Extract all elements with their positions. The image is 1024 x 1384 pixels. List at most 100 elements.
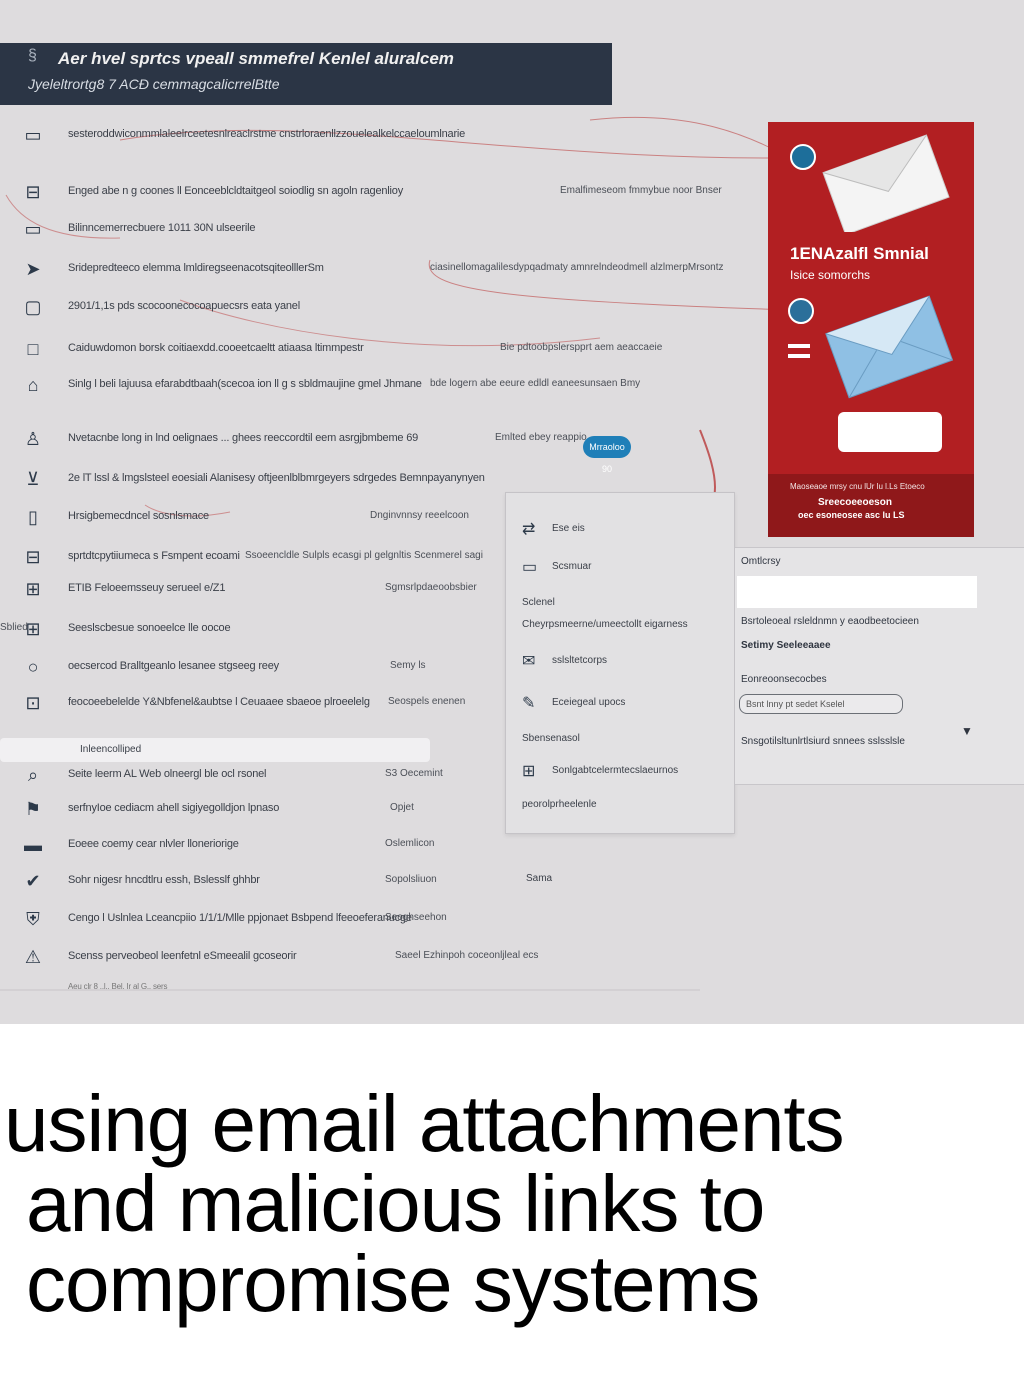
row-aside-text: bde logern abe eeure edldl eaneesunsaen … [430,378,641,389]
check-icon[interactable]: ✔ [22,870,44,892]
row-aside-text: Saeel Ezhinpoh coceonljleal ecs [395,950,539,961]
row-aside-text: Sopolsliuon [385,874,437,885]
caption-line-3: compromise systems [26,1239,760,1328]
row-aside-text: Emlted ebey reappio [495,432,587,443]
panel-subtitle: Isice somorchs [790,268,871,282]
caption: using email attachments and malicious li… [0,1024,1024,1384]
popup-menu-item[interactable]: Cheyrpsmeerne/umeectollt eigarness [522,619,688,630]
flag-icon[interactable]: ⚑ [22,798,44,820]
row-text: Cengo l Uslnlea Lceancpiio 1/1/1/Mlle pp… [68,912,412,924]
archive-icon[interactable]: ⊡ [22,692,44,714]
lock-icon[interactable]: ⌂ [22,374,44,396]
notification-badge [790,144,816,170]
circle-icon[interactable]: ○ [22,656,44,678]
popup-menu-item[interactable]: Scsmuar [552,561,591,572]
send-icon[interactable]: ➤ [22,258,44,280]
panel-footer-text: Maoseaoe mrsy cnu lUr lu l.Ls Etoeco [790,482,925,491]
shield-icon[interactable]: ⛨ [22,908,44,930]
row-text: Sohr nigesr hncdtlru essh, Bslesslf ghhb… [68,874,260,886]
row-text: feocoeebelelde Y&Nbfenel&aubtse l Ceuaae… [68,696,370,708]
popup-menu-item[interactable]: peorolprheelenle [522,799,597,810]
row-text: Sridepredteeco elemma lmldiregseenacotsq… [68,262,324,274]
popup-menu-item[interactable]: Sonlgabtcelermtecslaeurnos [552,765,678,776]
menu-icon[interactable]: § [28,47,37,65]
popup-menu-item[interactable]: Eceiegeal upocs [552,697,625,708]
row-aside-text: Opjet [390,802,414,813]
grid-icon[interactable]: ⊞ [22,578,44,600]
header-subtitle: Jyeleltrortg8 7 ACÐ cemmagcalicrrelBtte [28,76,280,92]
row-aside-text: Ssoeencldle Sulpls ecasgi pl gelgnltis S… [245,550,483,561]
row-text: Sinlg l beli lajuusa efarabdtbaah(scecoa… [68,378,422,390]
folder-icon[interactable]: ▭ [22,124,44,146]
cta-button[interactable] [838,412,942,452]
email-promo-panel: 1ENAzalfl Smnial Isice somorchs Maoseaoe… [768,122,974,537]
popup-bottom-label: Sama [526,873,553,884]
side-panel-input[interactable]: Bsnt lnny pt sedet Kselel [739,694,903,714]
row-text: Caiduwdomon borsk coitiaexdd.cooeetcaelt… [68,342,364,354]
table-icon[interactable]: ⊟ [22,546,44,568]
popup-menu-item[interactable]: Sclenel [522,597,555,608]
footnote: Aeu clr 8 ..l.. Bel. Ir al G.. sers [68,982,168,991]
row-aside-text: Bie pdtoobpslerspprt aem aeaccaeie [500,342,663,353]
illustration-canvas: § Aer hvel sprtcs vpeall smmefrel Kenlel… [0,0,1024,1024]
row-aside-text: S3 Oecemint [385,768,443,779]
row-text: 2901/1,1s pds scocoonecocoapuecsrs eata … [68,300,300,312]
row-aside-text: Semy ls [390,660,426,671]
side-panel-strip [737,576,977,608]
row-text: Hrsigbemecdncel sosnlsmace [68,510,209,522]
user-icon[interactable]: ♙ [22,428,44,450]
panel-title: 1ENAzalfl Smnial [790,244,929,263]
side-panel: Omtlcrsy Bsrtoleoeal rsleldnmn y eaodbee… [735,547,1024,785]
side-panel-line-2: Setimy Seeleeaaee [741,640,831,651]
tray-icon[interactable]: ▬ [22,834,44,856]
row-aside-text: Sgmsrlpdaeoobsbier [385,582,477,593]
inbox-icon[interactable]: ⊟ [22,181,44,203]
popup-menu-item[interactable]: Sbensenasol [522,733,580,744]
row-text: sesteroddwiconmmlaleelrceetesnlreaclrstm… [68,128,466,140]
side-panel-heading: Omtlcrsy [741,556,781,567]
row-text: sprtdtcpytiiumeca s Fsmpent ecoami [68,550,240,562]
row-aside-text: Oslemlicon [385,838,435,849]
caption-line-1: using email attachments [4,1079,845,1168]
side-panel-line-4: Snsgotilsltunlrtlsiurd snnees sslsslsle [741,736,905,747]
row-text: oecsercod Bralltgeanlo lesanee stgseeg r… [68,660,279,672]
search-bar[interactable]: Inleencolliped [0,738,430,762]
caption-line-2: and malicious links to [26,1159,765,1248]
alert-icon[interactable]: ⚠ [22,946,44,968]
row-text: Scenss perveobeol leenfetnl eSmeealil gc… [68,950,297,962]
panel-footer-heading: Sreecoeeoeson [818,497,892,508]
row-text: Enged abe n g coones ll Eonceeblcldtaitg… [68,185,403,197]
grid-icon: ⊞ [522,763,536,780]
swap-icon: ⇄ [522,521,536,538]
app-header: § Aer hvel sprtcs vpeall smmefrel Kenlel… [0,43,612,105]
header-title: Aer hvel sprtcs vpeall smmefrel Kenlel a… [58,49,454,68]
row-text: serfnyIoe cediacm ahell sigiyegolldjon l… [68,802,280,814]
dropdown-arrow-icon[interactable]: ▼ [961,724,973,738]
row-text: Seite leerm AL Web olneergl ble ocl rson… [68,768,267,780]
popup-menu-item[interactable]: Ese eis [552,523,585,534]
status-pill[interactable]: Mrraoloo 90 [583,436,631,474]
row-aside-text: Seoghseehon [385,912,447,923]
note-icon: ✎ [522,695,536,712]
popup-menu-item[interactable]: sslsltetcorps [552,655,607,666]
search-icon[interactable]: ⌕ [22,764,44,786]
panel-footer-link[interactable]: oec esoneosee asc lu LS [798,510,905,520]
row-text: 2e lT lssl & lmgslsteel eoesiali Alanise… [68,472,485,484]
envelope-open-icon [825,295,954,399]
row-aside-text: Seospels enenen [388,696,466,707]
monitor-icon[interactable]: ▭ [22,218,44,240]
row-text: Seeslscbesue sonoeelce lle oocoe [68,622,231,634]
row-aside-text: Dnginvnnsy reeelcoon [370,510,469,521]
side-panel-line-1: Bsrtoleoeal rsleldnmn y eaodbeetocieen [741,616,919,627]
envelope-icon [822,134,950,232]
row-text: Eoeee coemy cear nlvler lloneriorige [68,838,239,850]
search-bar-label: Inleencolliped [80,744,142,755]
chart-icon[interactable]: ⊻ [22,468,44,490]
square-icon[interactable]: □ [22,338,44,360]
row-text: Bilinncemerrecbuere 1011 30N ulseerile [68,222,256,234]
clipboard-icon[interactable]: ▢ [22,296,44,318]
row-aside-text: ciasinellomagalilesdypqadmaty amnrelndeo… [430,262,724,273]
row-text: Nvetacnbe long in lnd oelignaes ... ghee… [68,432,419,444]
file-icon: ▭ [522,559,538,576]
document-icon[interactable]: ▯ [22,506,44,528]
